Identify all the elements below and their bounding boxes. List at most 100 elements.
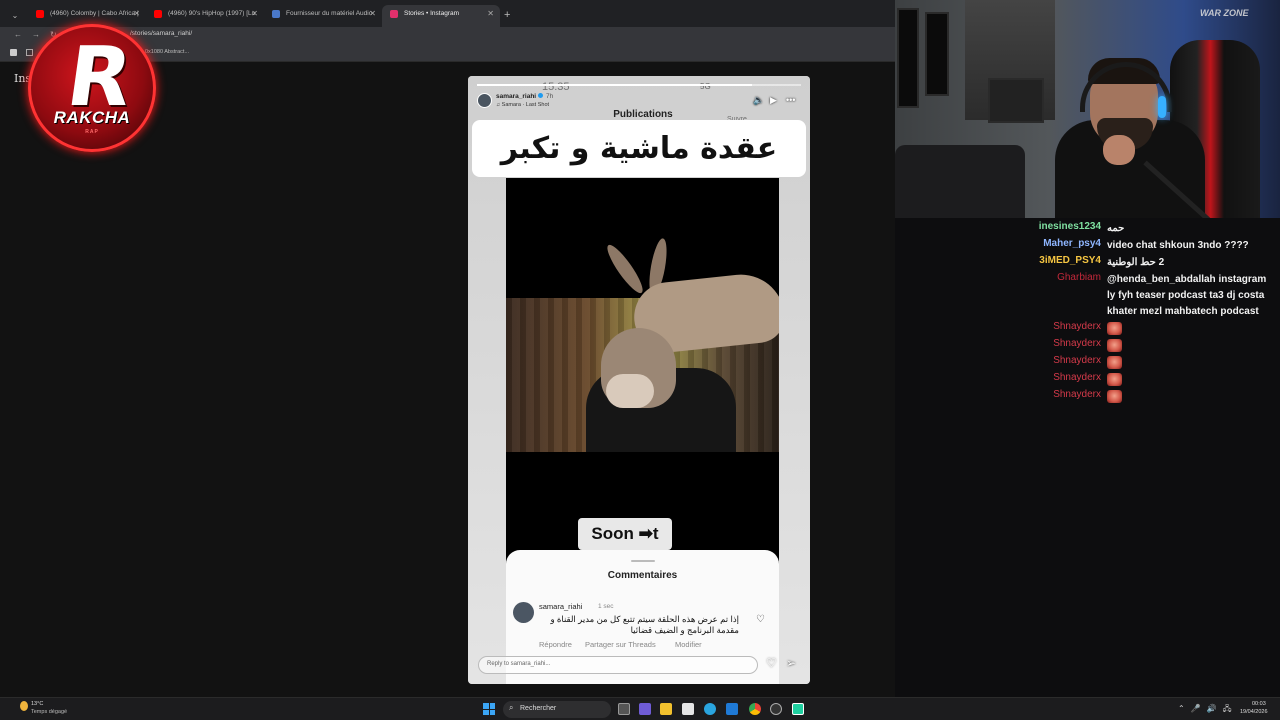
tab-label: (4960) 90's HipHop (1997) [Lo	[168, 10, 256, 17]
story-music[interactable]: ♫ Samara · Last Shot	[496, 102, 549, 108]
new-tab-button[interactable]: +	[504, 9, 510, 21]
laughing-emote-icon	[1107, 372, 1122, 386]
story-progress-bar	[477, 84, 801, 86]
youtube-icon	[154, 10, 162, 18]
donkey-muzzle	[606, 374, 654, 408]
tab-bar: ⌄ (4960) Colomby | Cabo Africa | ✕ (4960…	[0, 0, 895, 27]
logo-sub: RAP	[85, 129, 99, 135]
headset-light	[1158, 96, 1166, 118]
reply-button[interactable]: Répondre	[539, 640, 572, 649]
start-button[interactable]	[483, 703, 495, 715]
music-label: Samara · Last Shot	[501, 102, 550, 108]
heart-icon[interactable]: ♡	[766, 656, 777, 670]
bookmark-item[interactable]: 0x1080 Abstract...	[145, 49, 189, 55]
streamlabs-icon[interactable]	[792, 703, 804, 715]
soon-sticker: Soon ➡t	[578, 518, 672, 550]
shelf-frame	[988, 78, 1044, 123]
task-view-icon[interactable]	[618, 703, 630, 715]
weather-description[interactable]: Temps dégagé	[31, 709, 67, 715]
verified-badge-icon	[538, 93, 544, 98]
comment-username[interactable]: samara_riahi	[539, 602, 582, 611]
chat-username[interactable]: Gharbiam	[895, 272, 1101, 283]
wall-frame	[925, 12, 949, 96]
donkey-ear-left	[602, 241, 648, 297]
tab-label: Stories • Instagram	[404, 10, 460, 17]
avatar[interactable]	[513, 602, 534, 623]
chat-username[interactable]: Maher_psy4	[895, 238, 1101, 249]
drag-handle[interactable]	[631, 560, 655, 562]
chat-username[interactable]: Shnayderx	[895, 372, 1101, 383]
search-label: Rechercher	[520, 705, 557, 712]
chat-emote	[1107, 338, 1272, 354]
close-tab-icon[interactable]: ✕	[487, 5, 494, 23]
laughing-emote-icon	[1107, 389, 1122, 403]
tab-youtube-hiphop[interactable]: (4960) 90's HipHop (1997) [Lo ✕	[146, 5, 264, 27]
comments-title: Commentaires	[607, 570, 678, 581]
laughing-emote-icon	[1107, 321, 1122, 335]
clock-time[interactable]: 00:03	[1252, 701, 1266, 707]
laughing-emote-icon	[1107, 338, 1122, 352]
edit-button[interactable]: Modifier	[675, 640, 702, 649]
chat-text: video chat shkoun 3ndo ????	[1107, 240, 1249, 251]
forward-icon[interactable]: →	[32, 30, 40, 39]
mail-icon[interactable]	[726, 703, 738, 715]
teams-icon[interactable]	[639, 703, 651, 715]
chat-panel: inesines1234 حمه Maher_psy4 video chat s…	[895, 218, 1280, 698]
address-bar[interactable]: /stories/samara_riahi/	[130, 30, 192, 37]
chat-username[interactable]: Shnayderx	[895, 389, 1101, 400]
reply-input[interactable]: Reply to samara_riahi...	[478, 656, 758, 674]
taskbar-search[interactable]: ⌕ Rechercher	[503, 701, 611, 718]
weather-icon[interactable]	[20, 701, 28, 711]
back-icon[interactable]: ←	[14, 30, 22, 39]
war-zone-poster: WAR ZONE	[1200, 8, 1249, 18]
play-icon[interactable]: ▶	[770, 95, 777, 106]
chat-username[interactable]: Shnayderx	[895, 355, 1101, 366]
chat-username[interactable]: Shnayderx	[895, 321, 1101, 332]
obs-icon[interactable]	[770, 703, 782, 715]
apps-icon[interactable]	[10, 49, 17, 56]
screen: ⌄ (4960) Colomby | Cabo Africa | ✕ (4960…	[0, 0, 1280, 720]
grid-icon[interactable]	[26, 49, 33, 56]
logo-name: RAKCHA	[53, 108, 131, 127]
story-username-text: samara_riahi	[496, 93, 537, 100]
close-tab-icon[interactable]: ✕	[133, 5, 140, 23]
tab-audio-supplier[interactable]: Fournisseur du matériel Audio ✕	[264, 5, 382, 27]
close-tab-icon[interactable]: ✕	[251, 5, 258, 23]
avatar[interactable]	[477, 93, 492, 108]
story-time: 7h	[546, 93, 554, 100]
tab-label: (4960) Colomby | Cabo Africa |	[50, 10, 139, 17]
story-caption: عقدة ماشية و تكبر بيك ..	[472, 120, 806, 223]
streamer-hand	[1103, 135, 1135, 165]
tab-search-icon[interactable]: ⌄	[6, 7, 24, 25]
edge-icon[interactable]	[704, 703, 716, 715]
sofa	[895, 145, 1025, 218]
rakcha-rap-logo: R RAKCHA RAP	[28, 24, 156, 152]
chat-username[interactable]: 3iMED_PSY4	[895, 255, 1101, 266]
chrome-icon[interactable]	[749, 703, 761, 715]
send-icon[interactable]: ➢	[786, 656, 796, 670]
clock-date[interactable]: 19/04/2026	[1240, 709, 1268, 715]
close-tab-icon[interactable]: ✕	[369, 5, 376, 23]
file-explorer-icon[interactable]	[660, 703, 672, 715]
more-options-icon[interactable]: •••	[786, 95, 795, 105]
system-tray[interactable]: ⌃🎤🔊🖧	[1178, 703, 1238, 717]
store-icon[interactable]	[682, 703, 694, 715]
chat-text: 2 حط الوطنية	[1107, 257, 1165, 268]
wall-frame	[897, 8, 919, 108]
like-heart-icon[interactable]: ♡	[756, 614, 765, 625]
embedded-publications-title: Publications	[613, 109, 673, 120]
share-threads-button[interactable]: Partager sur Threads	[585, 640, 656, 649]
site-icon	[272, 10, 280, 18]
weather-temperature[interactable]: 13°C	[31, 701, 43, 707]
chat-username[interactable]: inesines1234	[895, 221, 1101, 232]
chat-emote	[1107, 389, 1272, 405]
chat-emote	[1107, 372, 1272, 388]
tab-instagram-stories[interactable]: Stories • Instagram ✕	[382, 5, 500, 27]
mute-icon[interactable]: 🔈	[753, 95, 764, 106]
story-progress-fill	[477, 84, 753, 86]
chat-username[interactable]: Shnayderx	[895, 338, 1101, 349]
story-username[interactable]: samara_riahi	[496, 93, 544, 100]
instagram-icon	[390, 10, 398, 18]
taskbar: 13°C Temps dégagé ⌕ Rechercher ⌃🎤🔊🖧 00:0…	[0, 697, 1280, 720]
story-viewer[interactable]: 15:35 5G samara_riahi 7h ♫ Samara · Last…	[468, 76, 810, 684]
